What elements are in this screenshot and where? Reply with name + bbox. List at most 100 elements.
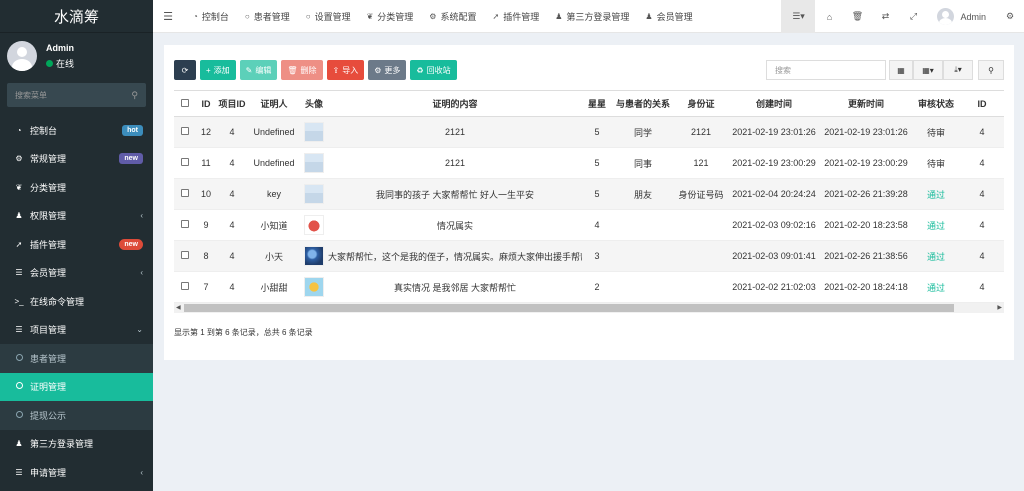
table-row[interactable]: 10 4 key 我同事的孩子 大家帮帮忙 好人一生平安 5 朋友 身份证号码 2021-02…	[174, 178, 1004, 210]
cell-avatar[interactable]	[300, 116, 328, 148]
tab-members[interactable]: ♟ 会员管理	[645, 10, 692, 23]
tab-plugins[interactable]: ➚ 插件管理	[492, 10, 539, 23]
menu-toggle-icon[interactable]: ☰	[153, 10, 183, 23]
delete-button[interactable]: 🗑 删除	[281, 60, 323, 80]
cell-status[interactable]: 通过	[912, 209, 960, 241]
col-idcard[interactable]: 身份证	[674, 90, 728, 117]
avatar-thumbnail[interactable]	[304, 122, 324, 142]
avatar-thumbnail[interactable]	[304, 184, 324, 204]
user-avatar	[7, 41, 37, 71]
export-button[interactable]: ⤓▾	[943, 60, 973, 80]
cell-avatar[interactable]	[300, 209, 328, 241]
app-logo[interactable]: 水滴筹	[0, 0, 153, 33]
tab-system-config[interactable]: ⚙ 系统配置	[429, 10, 476, 23]
col-relation[interactable]: 与患者的关系	[612, 90, 674, 117]
search-icon[interactable]: ⚲	[131, 90, 138, 101]
sidebar-item-general[interactable]: ⚙ 常规管理 new	[0, 145, 153, 174]
sidebar-item-withdrawals[interactable]: 提现公示	[0, 401, 153, 430]
tab-category[interactable]: ❦ 分类管理	[367, 10, 414, 23]
sidebar-item-plugins[interactable]: ➚ 插件管理 new	[0, 230, 153, 259]
col-content[interactable]: 证明的内容	[328, 90, 582, 117]
cell-status[interactable]: 待审	[912, 116, 960, 148]
fullscreen-button[interactable]: ⤢	[899, 0, 927, 33]
sidebar-item-projects[interactable]: ☰ 项目管理 ⌄	[0, 316, 153, 345]
circle-icon: ○	[244, 11, 250, 21]
table-row[interactable]: 9 4 小知道 情况属实 4 2021-02-03 09:02:16 2021-02-20 …	[174, 209, 1004, 241]
avatar-thumbnail[interactable]	[304, 153, 324, 173]
edit-button[interactable]: ✎ 编辑	[239, 60, 278, 80]
row-checkbox[interactable]	[174, 178, 196, 210]
col-avatar[interactable]: 头像	[300, 90, 328, 117]
scroll-left-icon[interactable]: ◀	[176, 303, 181, 313]
scroll-right-icon[interactable]: ▶	[997, 303, 1002, 313]
sidebar-item-proofs[interactable]: 证明管理	[0, 372, 153, 401]
tab-settings[interactable]: ○ 设置管理	[306, 10, 351, 23]
admin-menu[interactable]: Admin	[937, 8, 986, 25]
col-updated[interactable]: 更新时间	[820, 90, 912, 117]
cell-witness: 小天	[248, 240, 300, 272]
sidebar-item-auth[interactable]: ♟ 权限管理 ‹	[0, 202, 153, 231]
row-checkbox[interactable]	[174, 240, 196, 272]
cell-status[interactable]: 通过	[912, 271, 960, 303]
columns-button[interactable]: ▦▾	[913, 60, 943, 80]
sidebar-item-applications[interactable]: ☰ 申请管理 ‹	[0, 458, 153, 487]
plus-icon: +	[206, 65, 211, 75]
advanced-search-button[interactable]: ⚲	[978, 60, 1004, 80]
sidebar-search-input[interactable]: 搜索菜单 ⚲	[7, 83, 146, 107]
sidebar-item-command[interactable]: >_ 在线命令管理	[0, 287, 153, 316]
sidebar-item-dashboard[interactable]: ◔ 控制台 hot	[0, 116, 153, 145]
more-button[interactable]: ⚙ 更多	[368, 60, 407, 80]
sidebar-item-thirdparty[interactable]: ♟ 第三方登录管理	[0, 430, 153, 459]
row-checkbox[interactable]	[174, 147, 196, 179]
cell-created: 2021-02-19 23:00:29	[728, 147, 820, 179]
avatar-thumbnail[interactable]	[304, 277, 324, 297]
recycle-button[interactable]: ♻ 回收站	[410, 60, 457, 80]
cell-status[interactable]: 通过	[912, 178, 960, 210]
toggle-view-button[interactable]: ▦	[889, 60, 913, 80]
avatar-thumbnail[interactable]	[304, 215, 324, 235]
sidebar-item-category[interactable]: ❦ 分类管理	[0, 173, 153, 202]
table-row[interactable]: 12 4 Undefined 2121 5 同学 2121 2021-02-19 23:01:…	[174, 116, 1004, 148]
cell-avatar[interactable]	[300, 178, 328, 210]
home-button[interactable]: ⌂	[815, 0, 843, 33]
table-row[interactable]: 8 4 小天 大家帮帮忙，这个是我的侄子，情况属实。麻烦大家伸出援手帮帮她 3 2021-…	[174, 240, 1004, 272]
language-button[interactable]: ⇄	[871, 0, 899, 33]
col-project-id[interactable]: 项目ID	[216, 90, 248, 117]
col-witness[interactable]: 证明人	[248, 90, 300, 117]
col-status[interactable]: 审核状态	[912, 90, 960, 117]
import-button[interactable]: ⇪ 导入	[326, 60, 365, 80]
row-checkbox[interactable]	[174, 116, 196, 148]
tabs-list-button[interactable]: ☰▾	[781, 0, 816, 33]
refresh-button[interactable]: ⟳	[174, 60, 196, 80]
cell-witness: Undefined	[248, 116, 300, 148]
tab-dashboard[interactable]: ◔ 控制台	[193, 10, 229, 23]
cell-avatar[interactable]	[300, 147, 328, 179]
cell-status[interactable]: 待审	[912, 147, 960, 179]
scroll-thumb[interactable]	[184, 304, 954, 312]
avatar-thumbnail[interactable]	[304, 246, 324, 266]
cell-idcard: 121	[674, 147, 728, 179]
sidebar: 水滴筹 Admin 在线 搜索菜单 ⚲ ◔ 控制台 hot ⚙ 常规管理 new ❦ 分类…	[0, 0, 153, 491]
table-search-input[interactable]: 搜索	[766, 60, 886, 80]
cell-status[interactable]: 通过	[912, 240, 960, 272]
col-id-2[interactable]: ID	[960, 90, 1004, 117]
col-id[interactable]: ID	[196, 90, 216, 117]
horizontal-scrollbar[interactable]: ◀ ▶	[174, 303, 1004, 313]
tab-thirdparty[interactable]: ♟ 第三方登录管理	[555, 10, 629, 23]
clear-cache-button[interactable]: 🗑	[843, 0, 871, 33]
col-stars[interactable]: 星星	[582, 90, 612, 117]
tab-patients[interactable]: ○ 患者管理	[245, 10, 290, 23]
settings-button[interactable]: ⚙	[996, 0, 1024, 33]
cell-avatar[interactable]	[300, 240, 328, 272]
cell-id-2: 4	[960, 209, 1004, 241]
select-all-checkbox[interactable]	[174, 90, 196, 117]
add-button[interactable]: + 添加	[200, 60, 236, 80]
row-checkbox[interactable]	[174, 209, 196, 241]
cell-avatar[interactable]	[300, 271, 328, 303]
col-created[interactable]: 创建时间	[728, 90, 820, 117]
table-row[interactable]: 11 4 Undefined 2121 5 同事 121 2021-02-19 23:00:2…	[174, 147, 1004, 179]
table-row[interactable]: 7 4 小甜甜 真实情况 是我邻居 大家帮帮忙 2 2021-02-02 21:02:03…	[174, 271, 1004, 303]
sidebar-item-patients[interactable]: 患者管理	[0, 344, 153, 373]
row-checkbox[interactable]	[174, 271, 196, 303]
sidebar-item-members[interactable]: ☰ 会员管理 ‹	[0, 259, 153, 288]
